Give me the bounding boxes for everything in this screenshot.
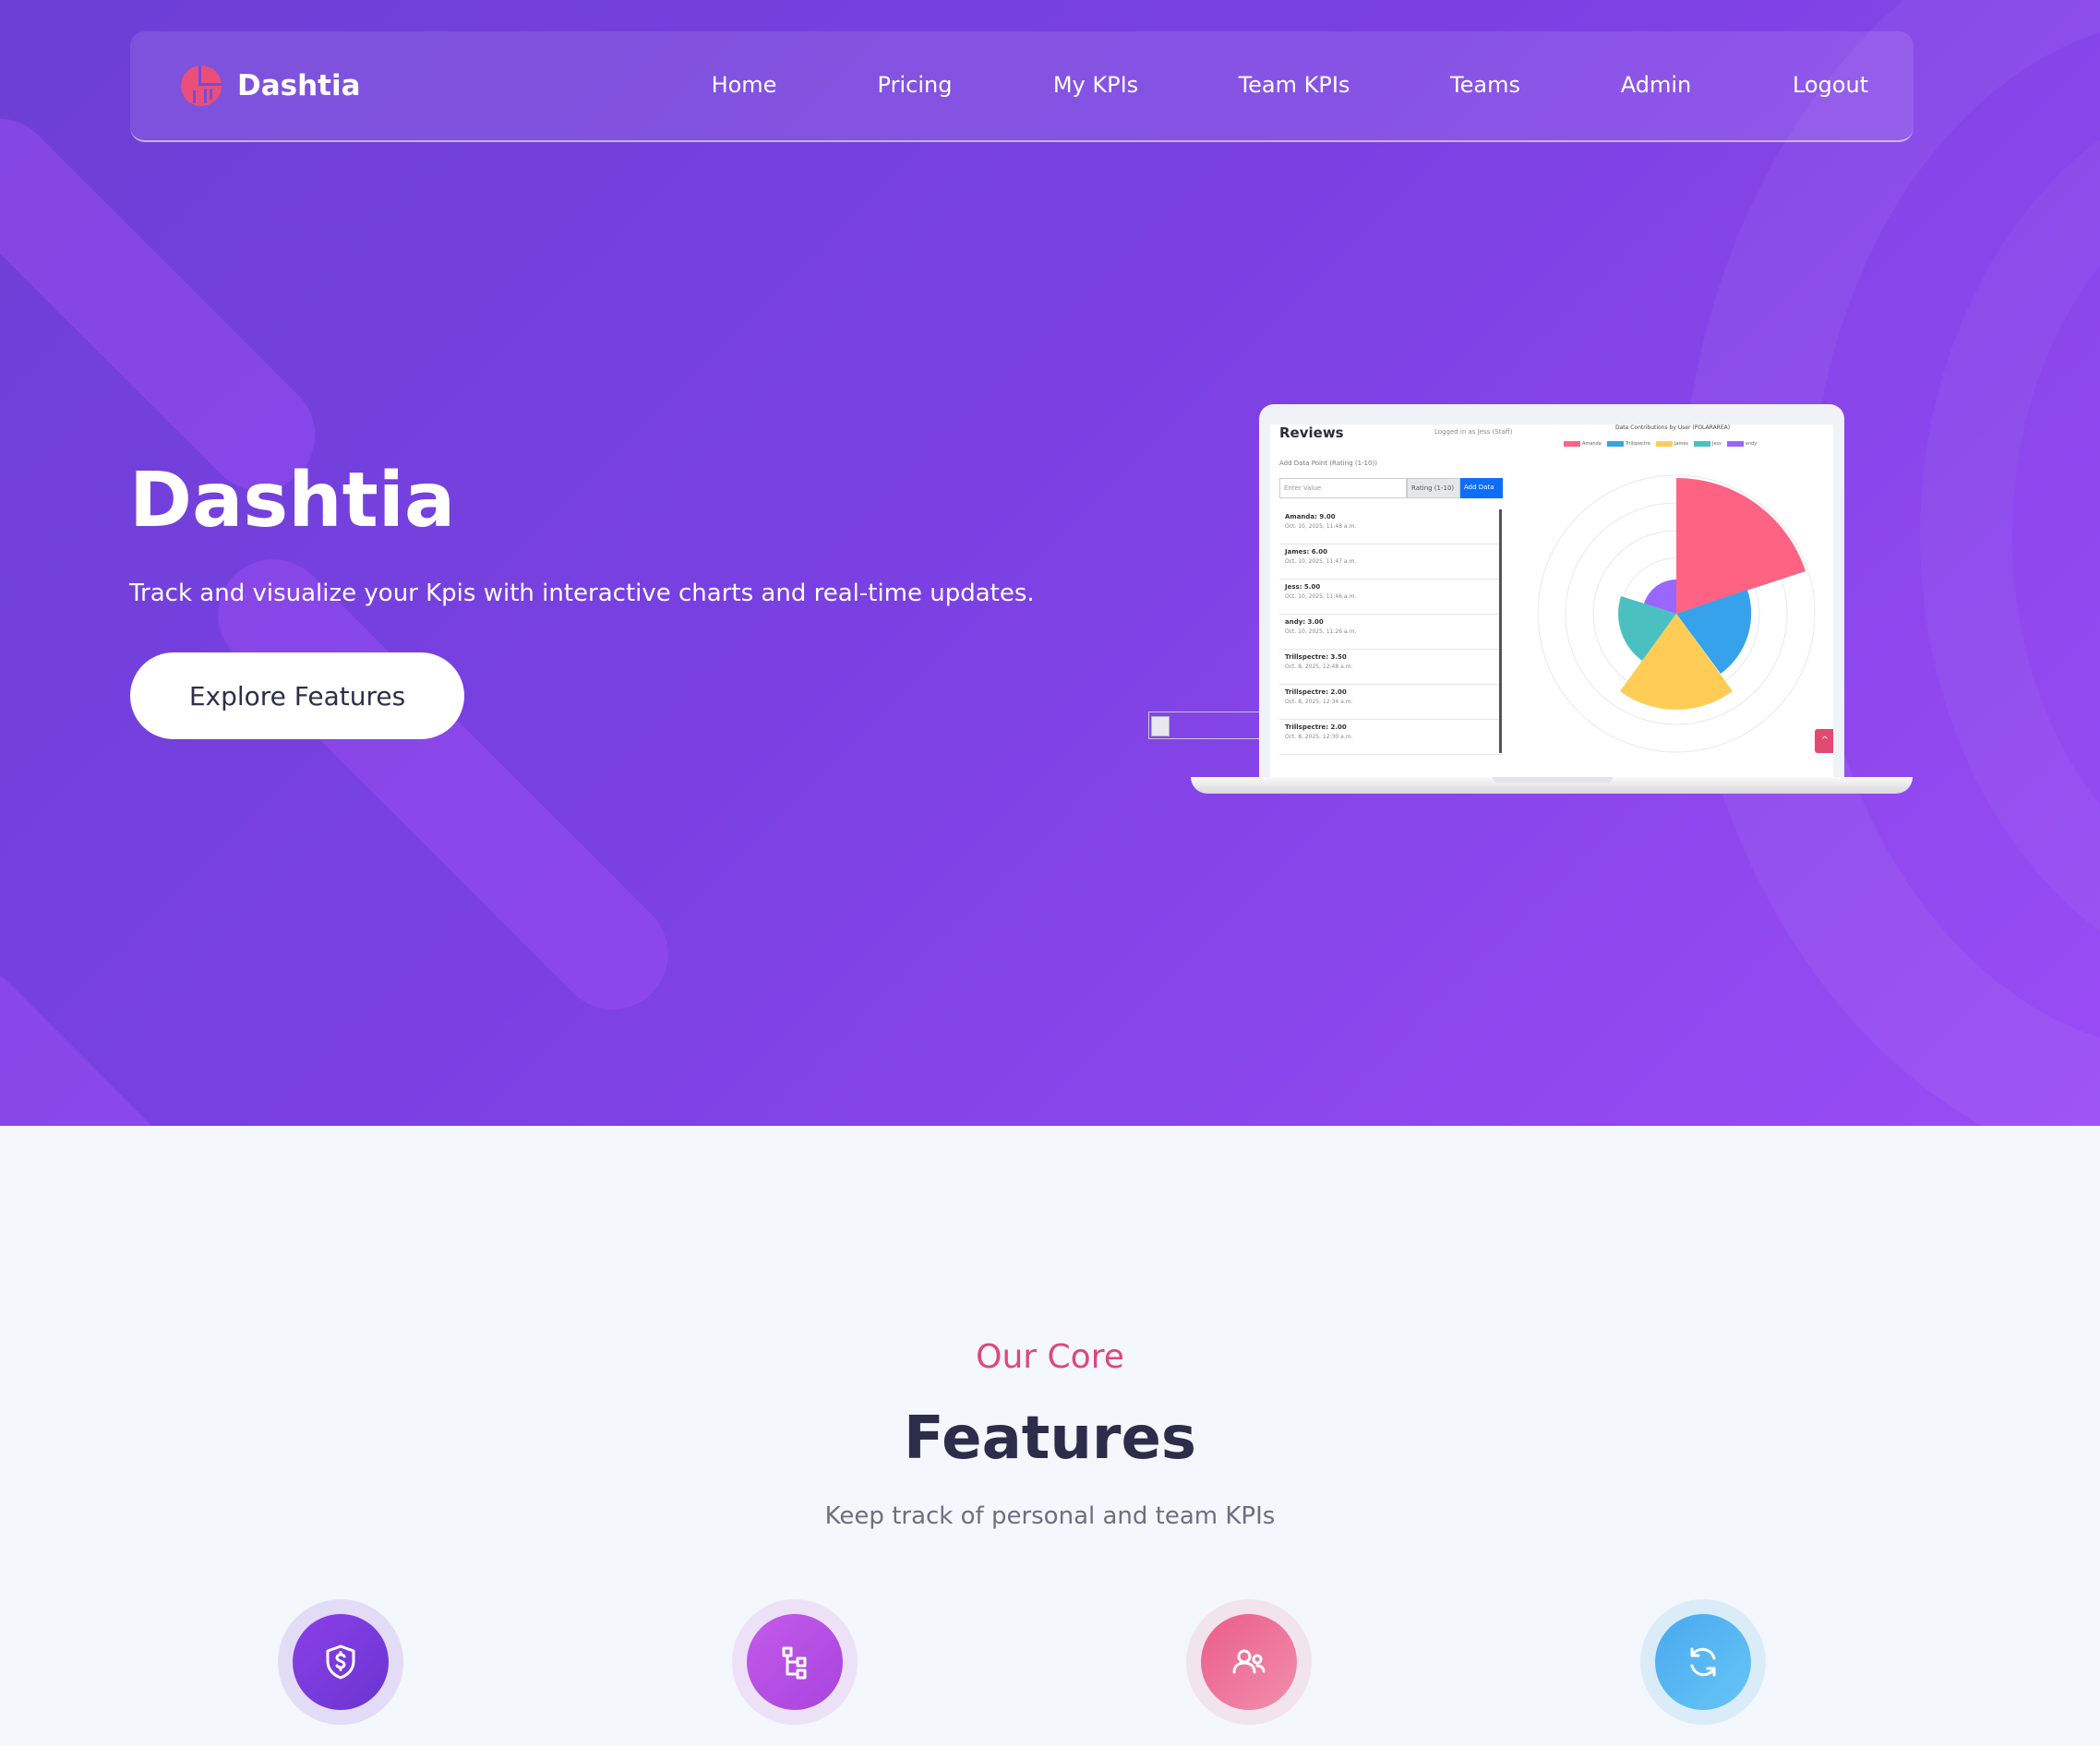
feature-card-sync[interactable] (1640, 1599, 1766, 1725)
decorative-stripe (0, 95, 339, 514)
polar-area-chart (1537, 474, 1816, 753)
nav-logout[interactable]: Logout (1793, 72, 1868, 98)
features-subtitle: Keep track of personal and team KPIs (824, 1502, 1276, 1530)
decorative-stripe (0, 943, 257, 1126)
brand[interactable]: Dashtia (180, 65, 361, 107)
preview-add-data-button: Add Data (1460, 478, 1503, 498)
hero-title: Dashtia (129, 457, 456, 544)
nav-pricing[interactable]: Pricing (878, 72, 953, 98)
preview-login-status: Logged in as Jess (Staff) (1434, 428, 1513, 436)
hierarchy-icon (782, 1646, 807, 1680)
laptop-mockup: Reviews Logged in as Jess (Staff) Add Da… (1259, 404, 1844, 781)
nav-teams[interactable]: Teams (1450, 72, 1520, 98)
nav-admin[interactable]: Admin (1621, 72, 1692, 98)
legend-item: Trillspectre (1606, 441, 1650, 447)
list-item: Trillspectre: 2.00 Oct. 8, 2025, 12:30 a.… (1279, 720, 1503, 755)
list-item: Jess: 5.00 Oct. 10, 2025, 11:46 a.m. (1279, 580, 1503, 615)
features-title: Features (904, 1405, 1196, 1473)
list-item: James: 6.00 Oct. 10, 2025, 11:47 a.m. (1279, 544, 1503, 580)
list-item: andy: 3.00 Oct. 10, 2025, 11:26 a.m. (1279, 615, 1503, 650)
preview-chart-title: Data Contributions by User (POLARAREA) (1615, 425, 1731, 431)
nav-home[interactable]: Home (712, 72, 777, 98)
list-item: Trillspectre: 2.00 Oct. 8, 2025, 12:34 a.… (1279, 685, 1503, 720)
brand-name: Dashtia (237, 69, 361, 102)
decorative-stripe (195, 536, 691, 1033)
dashboard-preview: Reviews Logged in as Jess (Staff) Add Da… (1270, 425, 1833, 781)
brand-logo-icon (181, 66, 222, 106)
legend-item: James (1655, 441, 1688, 447)
legend-item: andy (1726, 441, 1757, 447)
shield-dollar-icon (326, 1644, 355, 1680)
navbar: Dashtia Home Pricing My KPIs Team KPIs T… (130, 31, 1914, 142)
list-item: Amanda: 9.00 Oct. 10, 2025, 11:48 a.m. (1279, 509, 1503, 544)
list-item: Trillspectre: 3.50 Oct. 8, 2025, 12:48 a.… (1279, 650, 1503, 685)
feature-card-users[interactable] (1186, 1599, 1312, 1725)
nav-my-kpis[interactable]: My KPIs (1053, 72, 1138, 98)
laptop-notch (1493, 777, 1613, 783)
feature-card-hierarchy[interactable] (732, 1599, 858, 1725)
preview-title: Reviews (1279, 425, 1344, 441)
preview-entry-list: Amanda: 9.00 Oct. 10, 2025, 11:48 a.m. Ja… (1279, 509, 1503, 781)
nav-team-kpis[interactable]: Team KPIs (1239, 72, 1350, 98)
features-eyebrow: Our Core (976, 1338, 1124, 1376)
explore-features-button[interactable]: Explore Features (130, 652, 464, 739)
preview-rating-select: Rating (1-10) (1407, 478, 1460, 498)
preview-scrollbar (1499, 509, 1502, 753)
feature-card-security[interactable] (278, 1599, 403, 1725)
legend-item: Jess (1694, 441, 1722, 447)
preview-chart-legend: Amanda Trillspectre James Jess andy (1564, 441, 1757, 447)
legend-item: Amanda (1564, 441, 1602, 447)
chevron-up-icon: ^ (1815, 729, 1833, 753)
broken-image-icon (1148, 712, 1261, 739)
preview-add-label: Add Data Point (Rating (1-10)) (1279, 460, 1377, 467)
users-icon (1232, 1649, 1266, 1674)
preview-value-input: Enter Value (1279, 478, 1407, 498)
refresh-icon (1690, 1647, 1716, 1677)
hero-subtitle: Track and visualize your Kpis with inter… (129, 580, 1035, 607)
